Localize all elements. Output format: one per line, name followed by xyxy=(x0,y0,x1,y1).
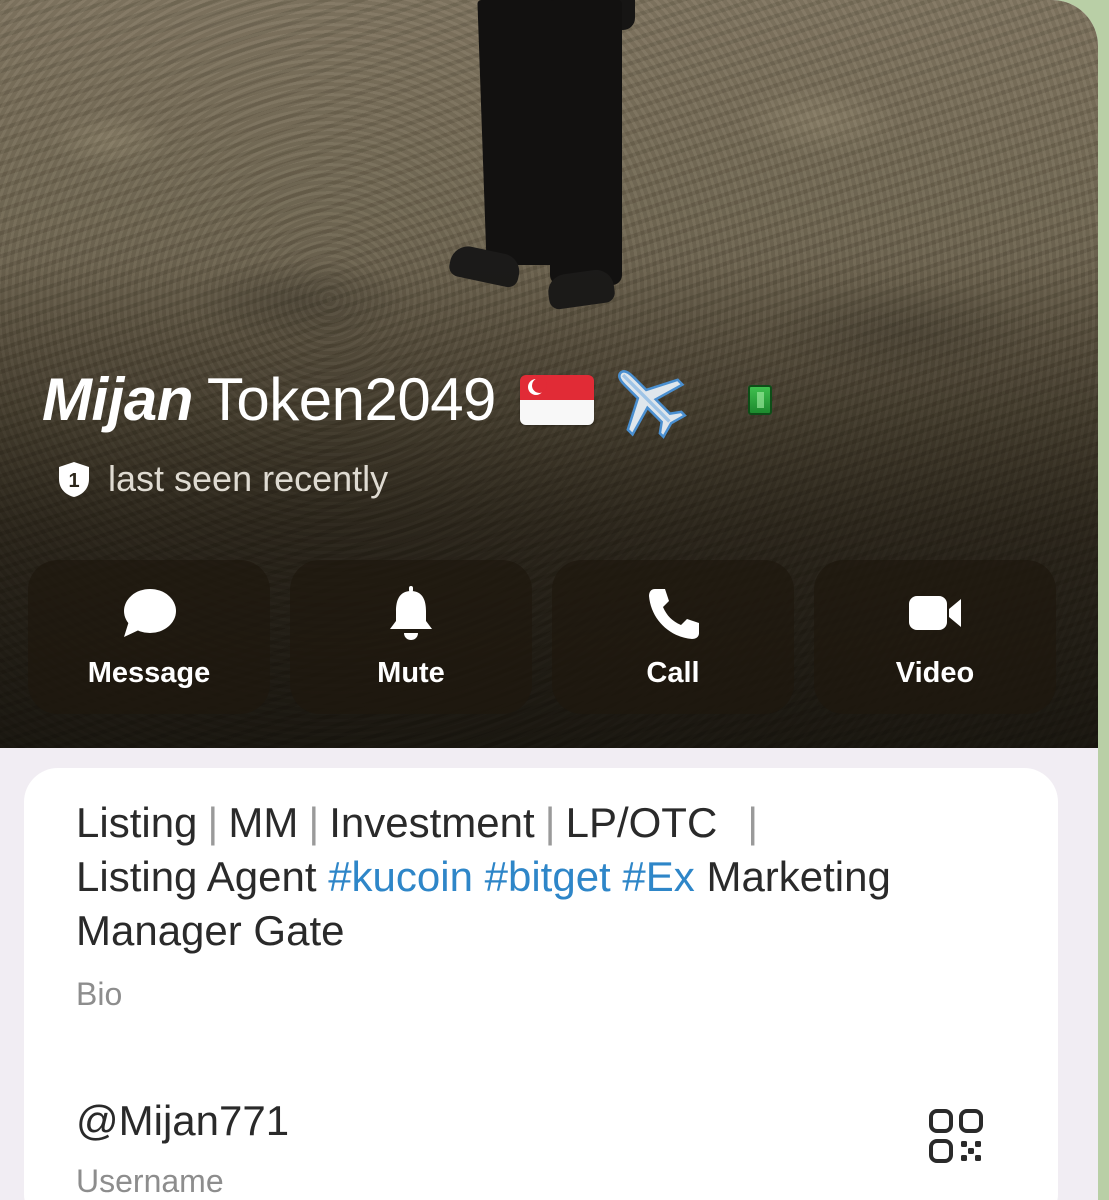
call-button-label: Call xyxy=(646,656,700,689)
profile-info-card: Listing | MM | Investment | LP/OTC | Listing Ag… xyxy=(24,768,1058,1200)
bio-text[interactable]: Listing | MM | Investment | LP/OTC | Listing Ag… xyxy=(76,796,1016,958)
hashtag-link[interactable]: #Ex xyxy=(622,853,694,900)
profile-name: Mijan Token2049 xyxy=(42,358,772,442)
message-button[interactable]: Message xyxy=(28,560,270,714)
bio-line3: Manager Gate xyxy=(76,907,345,954)
username-label: Username xyxy=(76,1163,224,1199)
message-button-label: Message xyxy=(87,656,211,689)
profile-screen: Mijan Token2049 1 last seen recently Mes… xyxy=(0,0,1098,1200)
bio-item: Listing xyxy=(76,799,198,846)
airplane-icon xyxy=(618,370,687,439)
hashtag-link[interactable]: #kucoin xyxy=(328,853,473,900)
video-button[interactable]: Video xyxy=(814,560,1056,714)
shield-icon: 1 xyxy=(59,462,89,497)
bell-icon xyxy=(390,585,432,640)
hashtag-link[interactable]: #bitget xyxy=(485,853,611,900)
profile-name-first: Mijan xyxy=(42,366,193,433)
qr-code-icon[interactable] xyxy=(928,1108,984,1164)
profile-cover-photo[interactable]: Mijan Token2049 1 last seen recently Mes… xyxy=(0,0,1098,748)
mute-button[interactable]: Mute xyxy=(290,560,532,714)
singapore-flag-icon xyxy=(519,375,594,425)
bio-label: Bio xyxy=(76,976,123,1012)
bio-line2-prefix: Listing Agent xyxy=(76,853,317,900)
mute-button-label: Mute xyxy=(377,656,445,689)
bio-line2-suffix: Marketing xyxy=(706,853,891,900)
phone-icon xyxy=(649,588,699,639)
profile-name-last: Token2049 xyxy=(206,366,497,433)
bio-item: MM xyxy=(228,799,299,846)
username-value[interactable]: @Mijan771 xyxy=(76,1097,1006,1145)
svg-text:1: 1 xyxy=(68,470,79,492)
bio-item: LP/OTC xyxy=(565,799,718,846)
bio-item: Investment xyxy=(329,799,535,846)
message-bubble-icon xyxy=(124,588,176,637)
video-camera-icon xyxy=(909,595,961,630)
status-text: last seen recently xyxy=(108,458,389,499)
call-button[interactable]: Call xyxy=(552,560,794,714)
profile-actions: Message Mute Call Video xyxy=(28,560,1056,714)
video-button-label: Video xyxy=(895,656,975,689)
premium-badge-icon[interactable] xyxy=(747,385,772,415)
last-seen-status: 1 last seen recently xyxy=(54,458,388,500)
